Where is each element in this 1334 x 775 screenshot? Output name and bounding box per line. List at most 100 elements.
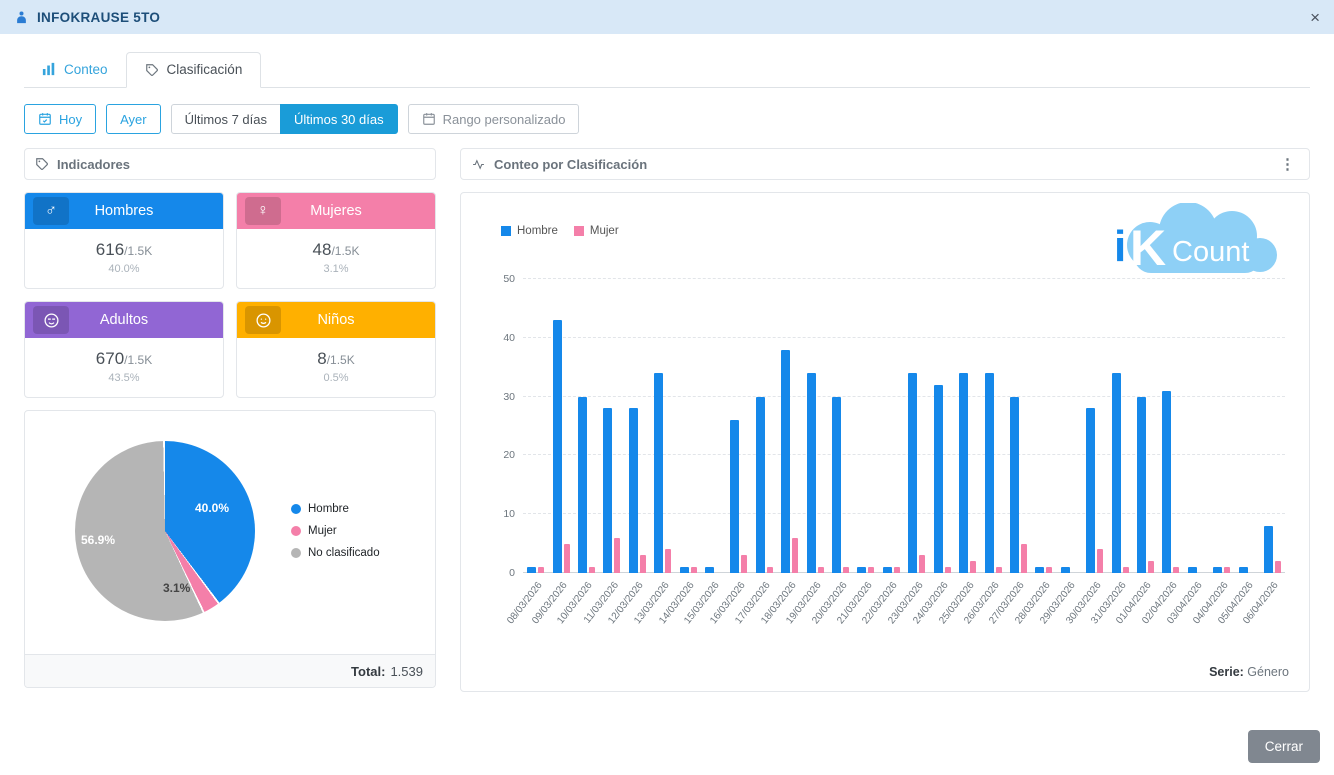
filter-30dias-label: Últimos 30 días xyxy=(294,112,384,127)
legend-label: Mujer xyxy=(590,225,619,237)
bar-hombre xyxy=(1112,373,1121,573)
bar-hombre xyxy=(553,320,562,573)
bar-group: 18/03/2026 xyxy=(777,279,802,573)
bar-hombre xyxy=(603,408,612,573)
card-header: ♂ Hombres xyxy=(25,193,223,229)
bar-group: 05/04/2026 xyxy=(1234,279,1259,573)
tag-icon xyxy=(35,157,49,171)
filter-hoy-button[interactable]: Hoy xyxy=(24,104,96,134)
filter-range-group: Últimos 7 días Últimos 30 días xyxy=(171,104,398,134)
bar-mujer xyxy=(1097,549,1103,573)
bar-group: 04/04/2026 xyxy=(1209,279,1234,573)
y-axis-label: 10 xyxy=(487,508,515,520)
bar-hombre xyxy=(1264,526,1273,573)
bar-mujer xyxy=(1173,567,1179,573)
kebab-menu-icon[interactable]: ⋮ xyxy=(1276,155,1299,173)
classification-header: Conteo por Clasificación ⋮ xyxy=(460,148,1310,180)
pie-chart: 40.0% 3.1% 56.9% xyxy=(75,441,255,621)
bar-group: 10/03/2026 xyxy=(574,279,599,573)
bar-group: 23/03/2026 xyxy=(904,279,929,573)
close-icon[interactable]: × xyxy=(1310,9,1320,26)
bar-mujer xyxy=(614,538,620,573)
card-denominator: /1.5K xyxy=(327,353,355,367)
tab-bar: Conteo Clasificación xyxy=(24,52,1310,88)
bar-group: 11/03/2026 xyxy=(599,279,624,573)
bar-hombre xyxy=(578,397,587,573)
bar-hombre xyxy=(527,567,536,573)
legend-swatch xyxy=(501,226,511,236)
bar-mujer xyxy=(538,567,544,573)
cerrar-button[interactable]: Cerrar xyxy=(1248,730,1320,763)
indicator-card-mujeres: ♀ Mujeres 48/1.5K 3.1% xyxy=(236,192,436,289)
filter-7dias-button[interactable]: Últimos 7 días xyxy=(171,104,281,134)
indicator-card-ninos: Niños 8/1.5K 0.5% xyxy=(236,301,436,398)
bar-group: 27/03/2026 xyxy=(1006,279,1031,573)
legend-item-no-clasificado: No clasificado xyxy=(291,547,380,559)
bar-mujer xyxy=(640,555,646,573)
bar-mujer xyxy=(741,555,747,573)
card-percent: 43.5% xyxy=(25,372,223,384)
bar-mujer xyxy=(589,567,595,573)
serie-note: Serie: Género xyxy=(1209,665,1289,679)
bar-hombre xyxy=(1010,397,1019,573)
pie-label-hombre: 40.0% xyxy=(195,501,229,515)
filter-30dias-button[interactable]: Últimos 30 días xyxy=(280,104,398,134)
ikcount-logo: i K Count xyxy=(1092,203,1287,286)
bar-mujer xyxy=(919,555,925,573)
card-header: ♀ Mujeres xyxy=(237,193,435,229)
bar-mujer xyxy=(868,567,874,573)
filter-rango-button[interactable]: Rango personalizado xyxy=(408,104,580,134)
bar-group: 17/03/2026 xyxy=(752,279,777,573)
card-denominator: /1.5K xyxy=(331,244,359,258)
bar-group: 12/03/2026 xyxy=(625,279,650,573)
filter-hoy-label: Hoy xyxy=(59,112,82,127)
bar-hombre xyxy=(959,373,968,573)
bar-group: 08/03/2026 xyxy=(523,279,548,573)
main-content: Indicadores ♂ Hombres 616/1.5K 40.0% ♀ xyxy=(0,148,1334,692)
y-axis-label: 30 xyxy=(487,391,515,403)
bar-group: 21/03/2026 xyxy=(853,279,878,573)
filter-ayer-button[interactable]: Ayer xyxy=(106,104,161,134)
tab-clasificacion[interactable]: Clasificación xyxy=(126,52,262,88)
calendar-icon xyxy=(422,112,436,126)
pie-card: 40.0% 3.1% 56.9% Hombre Mujer No clasifi… xyxy=(24,410,436,688)
card-body: 48/1.5K 3.1% xyxy=(237,229,435,288)
bar-mujer xyxy=(996,567,1002,573)
pie-label-mujer: 3.1% xyxy=(163,581,190,595)
card-percent: 0.5% xyxy=(237,372,435,384)
female-icon: ♀ xyxy=(245,197,281,225)
card-value: 8 xyxy=(317,349,326,368)
bar-hombre xyxy=(730,420,739,573)
legend-label: No clasificado xyxy=(308,547,380,559)
chart-legend: Hombre Mujer xyxy=(501,225,619,237)
filter-ayer-label: Ayer xyxy=(120,112,147,127)
bar-hombre xyxy=(680,567,689,573)
card-denominator: /1.5K xyxy=(124,353,152,367)
bar-hombre xyxy=(832,397,841,573)
activity-icon xyxy=(471,158,486,171)
bar-hombre xyxy=(985,373,994,573)
card-percent: 40.0% xyxy=(25,263,223,275)
bar-mujer xyxy=(818,567,824,573)
bar-hombre xyxy=(934,385,943,573)
bar-hombre xyxy=(807,373,816,573)
bar-hombre xyxy=(1188,567,1197,573)
window-title: INFOKRAUSE 5TO xyxy=(37,10,160,25)
classification-panel: Conteo por Clasificación ⋮ Hombre Mujer xyxy=(460,148,1310,692)
bar-group: 01/04/2026 xyxy=(1133,279,1158,573)
bar-hombre xyxy=(654,373,663,573)
card-value: 48 xyxy=(313,240,332,259)
tab-conteo[interactable]: Conteo xyxy=(24,52,126,87)
card-denominator: /1.5K xyxy=(124,244,152,258)
classification-title: Conteo por Clasificación xyxy=(494,157,647,172)
bar-hombre xyxy=(629,408,638,573)
tag-icon xyxy=(145,63,159,77)
app-window: INFOKRAUSE 5TO × Conteo Clasificación Ho… xyxy=(0,0,1334,775)
legend-label: Hombre xyxy=(308,503,349,515)
bar-group: 02/04/2026 xyxy=(1158,279,1183,573)
total-value: 1.539 xyxy=(390,664,423,679)
indicator-cards: ♂ Hombres 616/1.5K 40.0% ♀ Mujeres 48/1.… xyxy=(24,192,436,398)
card-body: 616/1.5K 40.0% xyxy=(25,229,223,288)
bar-hombre xyxy=(857,567,866,573)
bar-mujer xyxy=(1123,567,1129,573)
